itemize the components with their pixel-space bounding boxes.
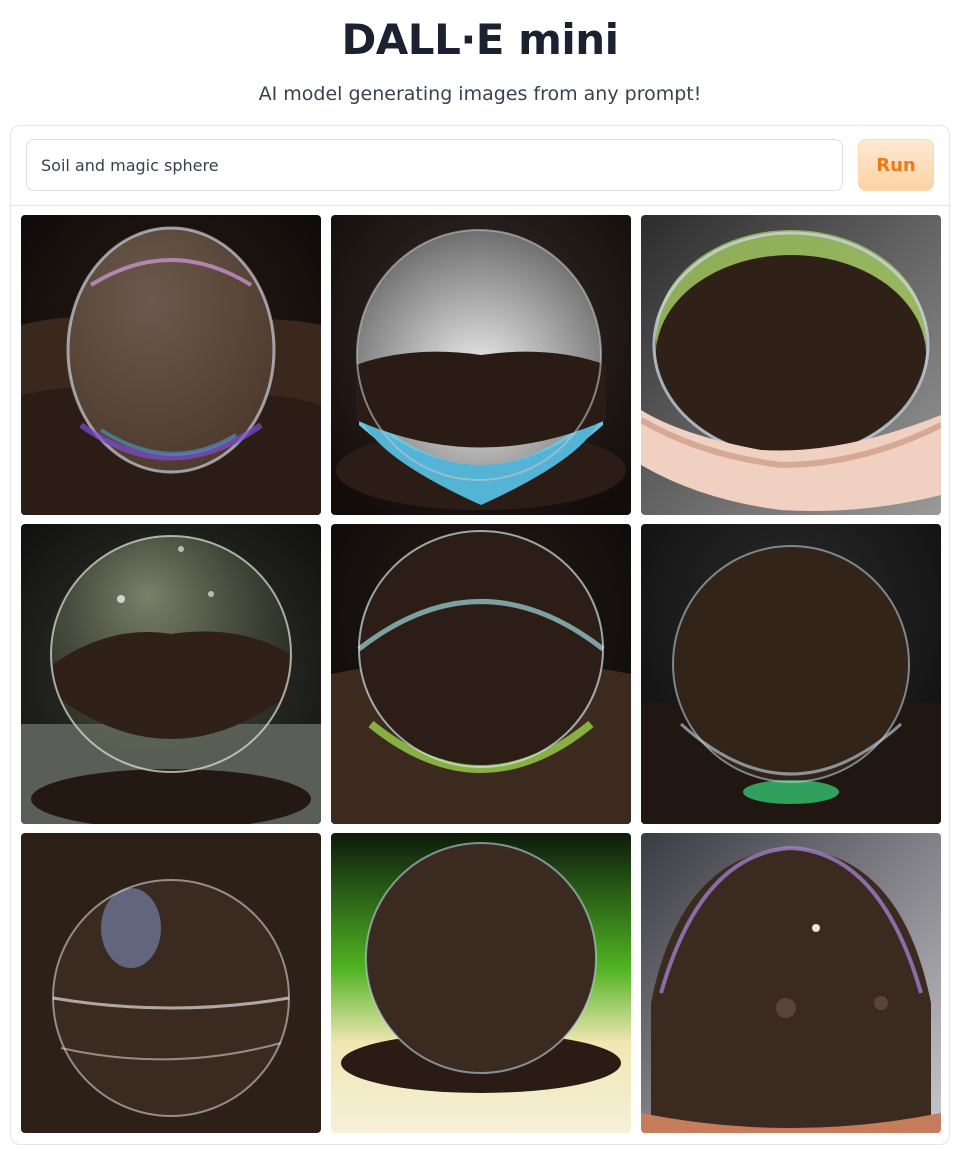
- image-gallery: [21, 215, 941, 1135]
- page-title: DALL·E mini: [341, 15, 619, 64]
- soil-sphere-image: [331, 215, 631, 515]
- soil-sphere-image: [331, 524, 631, 824]
- soil-sphere-image: [641, 524, 941, 824]
- soil-sphere-image: [21, 833, 321, 1133]
- soil-sphere-image: [641, 215, 941, 515]
- generated-image[interactable]: [641, 833, 941, 1133]
- generated-image[interactable]: [641, 215, 941, 515]
- generated-image[interactable]: [21, 524, 321, 824]
- soil-sphere-image: [331, 833, 631, 1133]
- generated-image[interactable]: [331, 215, 631, 515]
- page: DALL·E mini AI model generating images f…: [0, 0, 960, 1155]
- prompt-input[interactable]: [26, 139, 843, 191]
- page-subtitle: AI model generating images from any prom…: [258, 83, 702, 105]
- generated-image[interactable]: [21, 215, 321, 515]
- prompt-row: Run: [11, 126, 949, 206]
- generated-image[interactable]: [21, 833, 321, 1133]
- generated-image[interactable]: [331, 524, 631, 824]
- soil-sphere-image: [21, 524, 321, 824]
- run-button[interactable]: Run: [858, 139, 934, 191]
- generated-image[interactable]: [331, 833, 631, 1133]
- generated-image[interactable]: [641, 524, 941, 824]
- soil-sphere-image: [21, 215, 321, 515]
- app-panel: Run: [10, 125, 950, 1145]
- soil-sphere-image: [641, 833, 941, 1133]
